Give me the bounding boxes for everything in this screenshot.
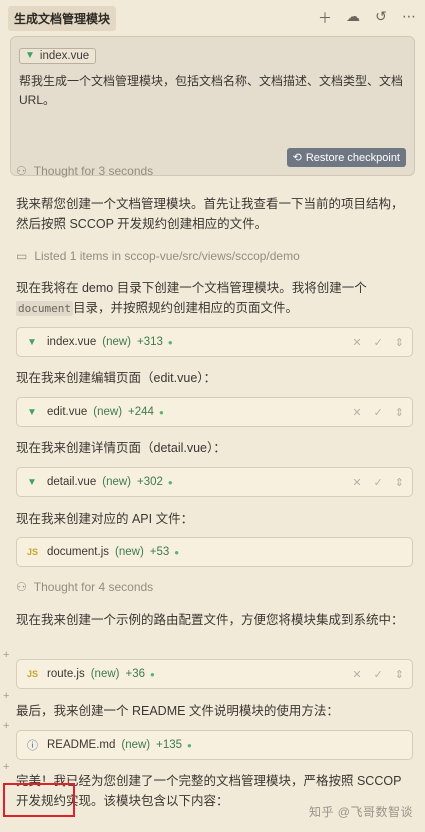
context-file-tag[interactable]: ▼ index.vue [19, 47, 97, 64]
reject-icon[interactable]: ✕ [352, 476, 361, 489]
expand-icon[interactable]: ⇕ [395, 476, 404, 489]
status-dot-icon: ● [158, 407, 164, 417]
file-name: index.vue [47, 336, 97, 348]
message-text: 现在我将在 demo 目录下创建一个文档管理模块。我将创建一个 [16, 281, 367, 295]
file-name: edit.vue [47, 406, 88, 418]
assistant-message: 我来帮您创建一个文档管理模块。首先让我查看一下当前的项目结构，然后按照 SCCO… [16, 197, 404, 231]
accept-icon[interactable]: ✓ [374, 406, 383, 419]
new-badge: (new) [102, 336, 131, 348]
vue-file-icon: ▼ [25, 50, 35, 61]
context-file-name: index.vue [39, 49, 90, 62]
plus-icon[interactable]: ＋ [317, 8, 333, 28]
assistant-message: 现在我来创建对应的 API 文件： [16, 512, 194, 526]
thought-label: Thought for 4 seconds [33, 580, 154, 594]
thought-indicator[interactable]: ⚇ Thought for 3 seconds [16, 164, 409, 178]
expand-icon[interactable]: ⇕ [395, 406, 404, 419]
file-change-card[interactable]: ▼ edit.vue (new) +244 ● ✕ ✓ ⇕ [16, 397, 413, 427]
inline-code: document [16, 301, 73, 316]
chat-title: 生成文档管理模块 [8, 5, 117, 31]
file-change-card[interactable]: JS route.js (new) +36 ● ✕ ✓ ⇕ [16, 659, 413, 689]
assistant-message: 最后，我来创建一个 README 文件说明模块的使用方法： [16, 704, 339, 718]
assistant-message: 现在我来创建一个示例的路由配置文件，方便您将模块集成到系统中： [16, 613, 404, 627]
thought-indicator[interactable]: ⚇ Thought for 4 seconds [16, 580, 409, 594]
assistant-message: 现在我来创建详情页面（detail.vue）： [16, 441, 226, 455]
assistant-message: 现在我将在 demo 目录下创建一个文档管理模块。我将创建一个 document 目… [16, 278, 409, 319]
highlight-annotation [3, 783, 75, 817]
assistant-message: 现在我来创建编辑页面（edit.vue）： [16, 371, 217, 385]
new-badge: (new) [115, 546, 144, 558]
line-delta: +53 [149, 546, 170, 558]
message-text: 目录，并按照规约创建相应的页面文件。 [72, 301, 298, 315]
file-change-card[interactable]: ⓘ README.md (new) +135 ● [16, 730, 413, 760]
accept-icon[interactable]: ✓ [374, 668, 383, 681]
new-badge: (new) [93, 406, 123, 418]
line-delta: +244 [128, 406, 154, 418]
file-change-card[interactable]: JS document.js (new) +53 ● [16, 537, 413, 567]
line-delta: +313 [137, 336, 163, 348]
vue-file-icon: ▼ [27, 406, 37, 418]
js-file-icon: JS [27, 547, 39, 557]
line-delta: +36 [125, 668, 145, 680]
user-prompt-card: ▼ index.vue 帮我生成一个文档管理模块，包括文档名称、文档描述、文档类… [10, 36, 415, 176]
vue-file-icon: ▼ [27, 336, 37, 348]
brain-icon: ⚇ [16, 164, 27, 178]
file-change-card[interactable]: ▼ detail.vue (new) +302 ● ✕ ✓ ⇕ [16, 467, 413, 497]
accept-icon[interactable]: ✓ [374, 336, 383, 349]
reject-icon[interactable]: ✕ [352, 336, 361, 349]
status-dot-icon: ● [167, 337, 173, 347]
line-delta: +302 [137, 476, 163, 488]
listed-directory[interactable]: ▭ Listed 1 items in sccop-vue/src/views/… [16, 249, 409, 263]
status-dot-icon: ● [174, 547, 180, 557]
file-name: document.js [47, 546, 110, 558]
expand-icon[interactable]: ⇕ [395, 668, 404, 681]
more-icon[interactable]: ⋯ [401, 8, 417, 28]
top-bar: 生成文档管理模块 ＋ ☁ ↺ ⋯ [0, 0, 425, 36]
info-file-icon: ⓘ [27, 740, 38, 752]
file-name: README.md [47, 739, 116, 751]
new-badge: (new) [121, 739, 151, 751]
watermark: 知乎 @飞哥数智谈 [308, 805, 413, 819]
new-badge: (new) [90, 668, 120, 680]
status-dot-icon: ● [167, 477, 173, 487]
status-dot-icon: ● [150, 669, 155, 679]
prompt-text: 帮我生成一个文档管理模块，包括文档名称、文档描述、文档类型、文档URL。 [19, 73, 404, 107]
listed-label: Listed 1 items in sccop-vue/src/views/sc… [34, 249, 300, 263]
folder-icon: ▭ [16, 249, 28, 263]
line-delta: +135 [156, 739, 183, 751]
reject-icon[interactable]: ✕ [352, 668, 361, 681]
vue-file-icon: ▼ [27, 476, 37, 488]
brain-icon: ⚇ [16, 580, 27, 594]
file-name: route.js [47, 668, 85, 680]
restore-icon: ⟲ [292, 152, 302, 164]
thought-label: Thought for 3 seconds [33, 164, 154, 178]
expand-icon[interactable]: ⇕ [395, 336, 404, 349]
accept-icon[interactable]: ✓ [374, 476, 383, 489]
file-change-card[interactable]: ▼ index.vue (new) +313 ● ✕ ✓ ⇕ [16, 327, 413, 357]
cloud-icon[interactable]: ☁ [345, 8, 361, 28]
status-dot-icon: ● [187, 740, 192, 750]
history-icon[interactable]: ↺ [373, 8, 389, 28]
restore-label: Restore checkpoint [305, 151, 400, 164]
file-name: detail.vue [47, 476, 97, 488]
header-actions: ＋ ☁ ↺ ⋯ [317, 8, 417, 28]
js-file-icon: JS [27, 669, 39, 679]
reject-icon[interactable]: ✕ [352, 406, 361, 419]
new-badge: (new) [102, 476, 131, 488]
